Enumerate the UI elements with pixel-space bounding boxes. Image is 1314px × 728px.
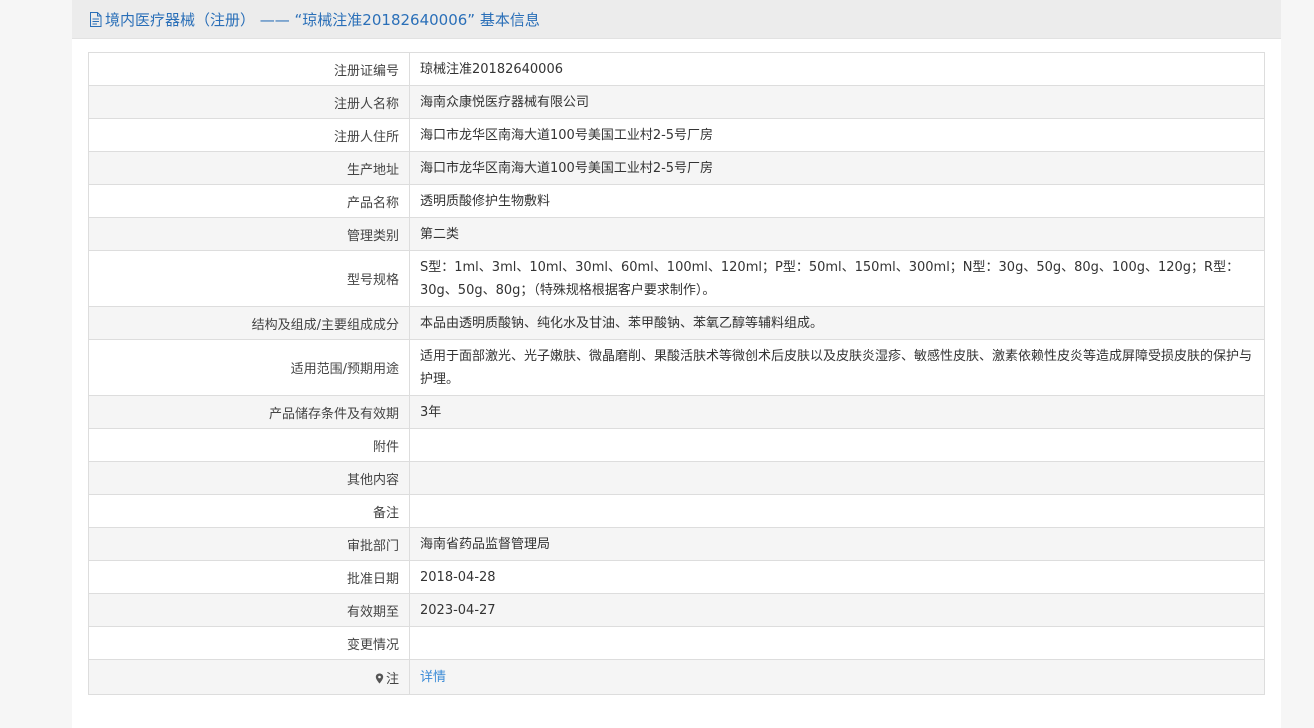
detail-link[interactable]: 详情 <box>420 670 446 685</box>
row-label: 结构及组成/主要组成成分 <box>88 306 410 340</box>
table-row: 产品储存条件及有效期 3年 <box>88 395 1265 429</box>
row-value: 海口市龙华区南海大道100号美国工业村2-5号厂房 <box>409 151 1265 185</box>
row-label: 型号规格 <box>88 250 410 307</box>
row-value <box>409 461 1265 495</box>
row-label: 审批部门 <box>88 527 410 561</box>
row-label: 管理类别 <box>88 217 410 251</box>
table-row: 备注 <box>88 494 1265 528</box>
table-row: 型号规格 S型：1ml、3ml、10ml、30ml、60ml、100ml、120… <box>88 250 1265 307</box>
page-title: 境内医疗器械（注册） —— “琼械注准20182640006” 基本信息 <box>105 10 540 29</box>
note-label-cell: 注 <box>88 659 410 695</box>
row-label: 注册证编号 <box>88 52 410 86</box>
panel-header: 境内医疗器械（注册） —— “琼械注准20182640006” 基本信息 <box>72 0 1281 39</box>
table-row: 适用范围/预期用途 适用于面部激光、光子嫩肤、微晶磨削、果酸活肤术等微创术后皮肤… <box>88 339 1265 396</box>
table-row: 附件 <box>88 428 1265 462</box>
document-icon <box>90 11 102 27</box>
row-label: 注册人住所 <box>88 118 410 152</box>
info-table: 注册证编号 琼械注准20182640006 注册人名称 海南众康悦医疗器械有限公… <box>88 52 1265 695</box>
row-value <box>409 494 1265 528</box>
row-label: 有效期至 <box>88 593 410 627</box>
pin-icon <box>375 673 384 683</box>
table-row: 注册证编号 琼械注准20182640006 <box>88 52 1265 86</box>
row-label: 产品名称 <box>88 184 410 218</box>
table-row: 管理类别 第二类 <box>88 217 1265 251</box>
row-value: 第二类 <box>409 217 1265 251</box>
row-value: 2018-04-28 <box>409 560 1265 594</box>
row-value: 本品由透明质酸钠、纯化水及甘油、苯甲酸钠、苯氧乙醇等辅料组成。 <box>409 306 1265 340</box>
note-row: 注 详情 <box>88 659 1265 695</box>
row-value <box>409 428 1265 462</box>
table-row: 有效期至 2023-04-27 <box>88 593 1265 627</box>
row-value: 3年 <box>409 395 1265 429</box>
table-row: 结构及组成/主要组成成分 本品由透明质酸钠、纯化水及甘油、苯甲酸钠、苯氧乙醇等辅… <box>88 306 1265 340</box>
table-row: 批准日期 2018-04-28 <box>88 560 1265 594</box>
row-value: 2023-04-27 <box>409 593 1265 627</box>
row-value: 海口市龙华区南海大道100号美国工业村2-5号厂房 <box>409 118 1265 152</box>
row-label: 产品储存条件及有效期 <box>88 395 410 429</box>
row-label: 其他内容 <box>88 461 410 495</box>
table-row: 注册人住所 海口市龙华区南海大道100号美国工业村2-5号厂房 <box>88 118 1265 152</box>
note-value-cell: 详情 <box>409 659 1265 695</box>
table-row: 变更情况 <box>88 626 1265 660</box>
note-label: 注 <box>385 671 399 687</box>
row-value: 琼械注准20182640006 <box>409 52 1265 86</box>
row-value: 适用于面部激光、光子嫩肤、微晶磨削、果酸活肤术等微创术后皮肤以及皮肤炎湿疹、敏感… <box>409 339 1265 396</box>
row-value: S型：1ml、3ml、10ml、30ml、60ml、100ml、120ml；P型… <box>409 250 1265 307</box>
row-label: 备注 <box>88 494 410 528</box>
table-row: 注册人名称 海南众康悦医疗器械有限公司 <box>88 85 1265 119</box>
row-label: 批准日期 <box>88 560 410 594</box>
info-panel: 境内医疗器械（注册） —— “琼械注准20182640006” 基本信息 注册证… <box>72 0 1281 728</box>
table-row: 生产地址 海口市龙华区南海大道100号美国工业村2-5号厂房 <box>88 151 1265 185</box>
row-label: 附件 <box>88 428 410 462</box>
row-label: 变更情况 <box>88 626 410 660</box>
row-label: 注册人名称 <box>88 85 410 119</box>
table-row: 产品名称 透明质酸修护生物敷料 <box>88 184 1265 218</box>
table-row: 审批部门 海南省药品监督管理局 <box>88 527 1265 561</box>
row-value: 海南省药品监督管理局 <box>409 527 1265 561</box>
row-label: 适用范围/预期用途 <box>88 339 410 396</box>
row-value: 透明质酸修护生物敷料 <box>409 184 1265 218</box>
table-row: 其他内容 <box>88 461 1265 495</box>
row-label: 生产地址 <box>88 151 410 185</box>
row-value <box>409 626 1265 660</box>
row-value: 海南众康悦医疗器械有限公司 <box>409 85 1265 119</box>
